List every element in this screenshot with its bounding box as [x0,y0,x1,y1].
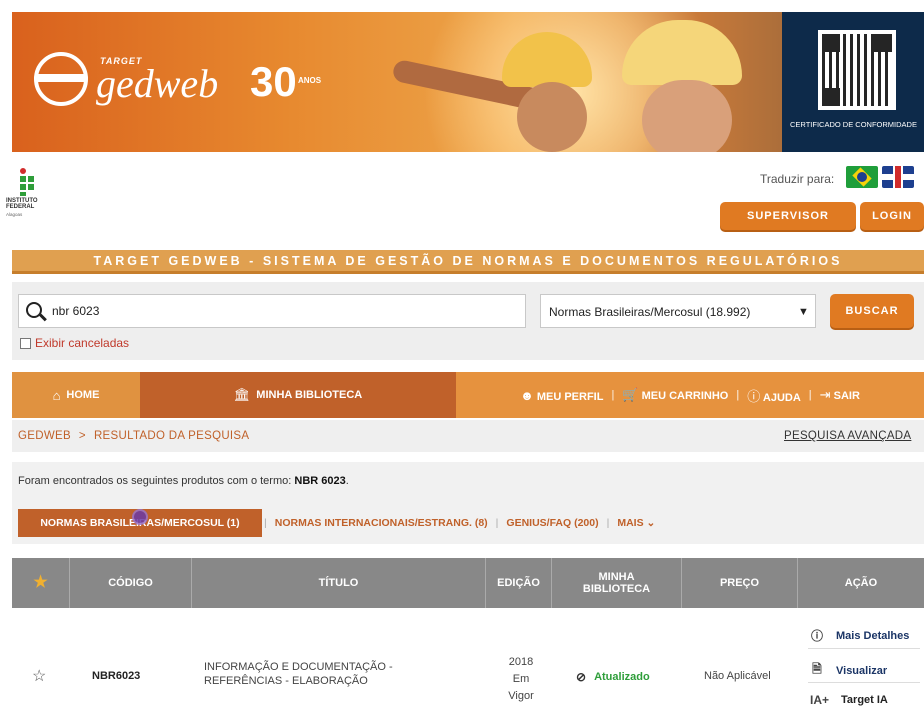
search-button[interactable]: BUSCAR [830,294,914,328]
home-icon: ⌂ [52,387,61,403]
nav-help[interactable]: ⓘ AJUDA [747,386,801,405]
row-title: INFORMAÇÃO E DOCUMENTAÇÃO - REFERÊNCIAS -… [204,661,393,687]
cart-icon: 🛒 [622,387,639,402]
nav-exit[interactable]: ⇥ SAIR [820,387,860,403]
supervisor-button[interactable]: SUPERVISOR [720,202,856,230]
brand-name: gedweb [96,61,219,106]
column-code: CÓDIGO [70,558,192,608]
gedweb-logo-icon [34,52,88,106]
tab-more[interactable]: MAIS ⌄ [617,517,655,529]
mouse-cursor-icon [132,509,148,525]
nav-user-links: ☻ MEU PERFIL | 🛒 MEU CARRINHO | ⓘ AJUDA … [520,386,860,405]
favorite-star-icon[interactable]: ☆ [32,666,46,686]
more-details-link[interactable]: ⓘ Mais Detalhes [810,627,909,644]
column-title: TÍTULO [192,558,486,608]
row-price: Não Aplicável [704,670,771,682]
result-tabs: | NORMAS INTERNACIONAIS/ESTRANG. (8) | G… [264,517,656,529]
show-cancelled-checkbox[interactable] [20,338,31,349]
target-ia-link[interactable]: IA+ Target IA [810,693,888,707]
login-button[interactable]: LOGIN [860,202,924,230]
translate-label: Traduzir para: [760,172,835,186]
tab-international-standards[interactable]: NORMAS INTERNACIONAIS/ESTRANG. (8) [275,517,488,529]
row-library-status: ⊘ Atualizado [576,670,650,684]
help-icon: ⓘ [747,388,761,404]
ai-sparkle-icon: IA+ [810,693,830,707]
library-icon: 🏛 [233,387,251,402]
chevron-right-icon: > [78,430,86,442]
qr-code-icon[interactable] [818,30,896,110]
collection-select[interactable]: Normas Brasileiras/Mercosul (18.992) [540,294,816,328]
info-icon: ⓘ [810,629,823,643]
breadcrumb: GEDWEB > RESULTADO DA PESQUISA [18,430,249,442]
nav-profile[interactable]: ☻ MEU PERFIL [520,388,603,403]
exit-icon: ⇥ [819,387,831,402]
favorite-star-icon: ★ [12,558,70,608]
anniversary-logo: 30 ANOS [250,58,322,105]
table-row [12,608,924,719]
breadcrumb-current: RESULTADO DA PESQUISA [93,430,250,442]
column-action: AÇÃO [844,577,878,589]
results-summary: Foram encontrados os seguintes produtos … [18,475,349,487]
breadcrumb-root[interactable]: GEDWEB [18,430,71,442]
view-link[interactable]: 🗎 Visualizar [810,660,887,681]
chevron-down-icon: ⌄ [646,517,656,529]
action-divider [808,648,920,649]
column-library: MINHA BIBLIOTECA [552,558,682,608]
nav-library[interactable]: 🏛 MINHA BIBLIOTECA [140,372,456,418]
nav-cart[interactable]: 🛒 MEU CARRINHO [622,387,728,403]
certificate-label: CERTIFICADO DE CONFORMIDADE [790,120,917,129]
banner-photo-worker [517,82,587,152]
brazil-flag-icon[interactable] [846,166,878,188]
chevron-down-icon[interactable]: ▼ [798,306,809,318]
action-divider [808,682,920,683]
updated-icon: ⊘ [576,670,587,684]
column-edition: EDIÇÃO [486,558,552,608]
row-code: NBR6023 [92,670,141,682]
show-cancelled-label[interactable]: Exibir canceladas [35,336,129,350]
column-price: PREÇO [682,558,798,608]
advanced-search-link[interactable]: PESQUISA AVANÇADA [784,430,911,442]
search-input-value[interactable]: nbr 6023 [52,304,99,318]
row-edition: 2018 Em Vigor [508,656,534,702]
banner-photo-worker [642,80,732,152]
search-icon [26,302,42,318]
nav-home[interactable]: ⌂ HOME [12,372,140,418]
institution-logo: INSTITUTO FEDERAL Alagoas [6,168,50,226]
tab-genius-faq[interactable]: GENIUS/FAQ (200) [506,517,598,529]
uk-flag-icon[interactable] [882,166,914,188]
user-icon: ☻ [520,387,534,403]
document-icon: 🗎 [812,662,822,676]
system-title-bar: TARGET GEDWEB - SISTEMA DE GESTÃO DE NOR… [12,250,924,274]
